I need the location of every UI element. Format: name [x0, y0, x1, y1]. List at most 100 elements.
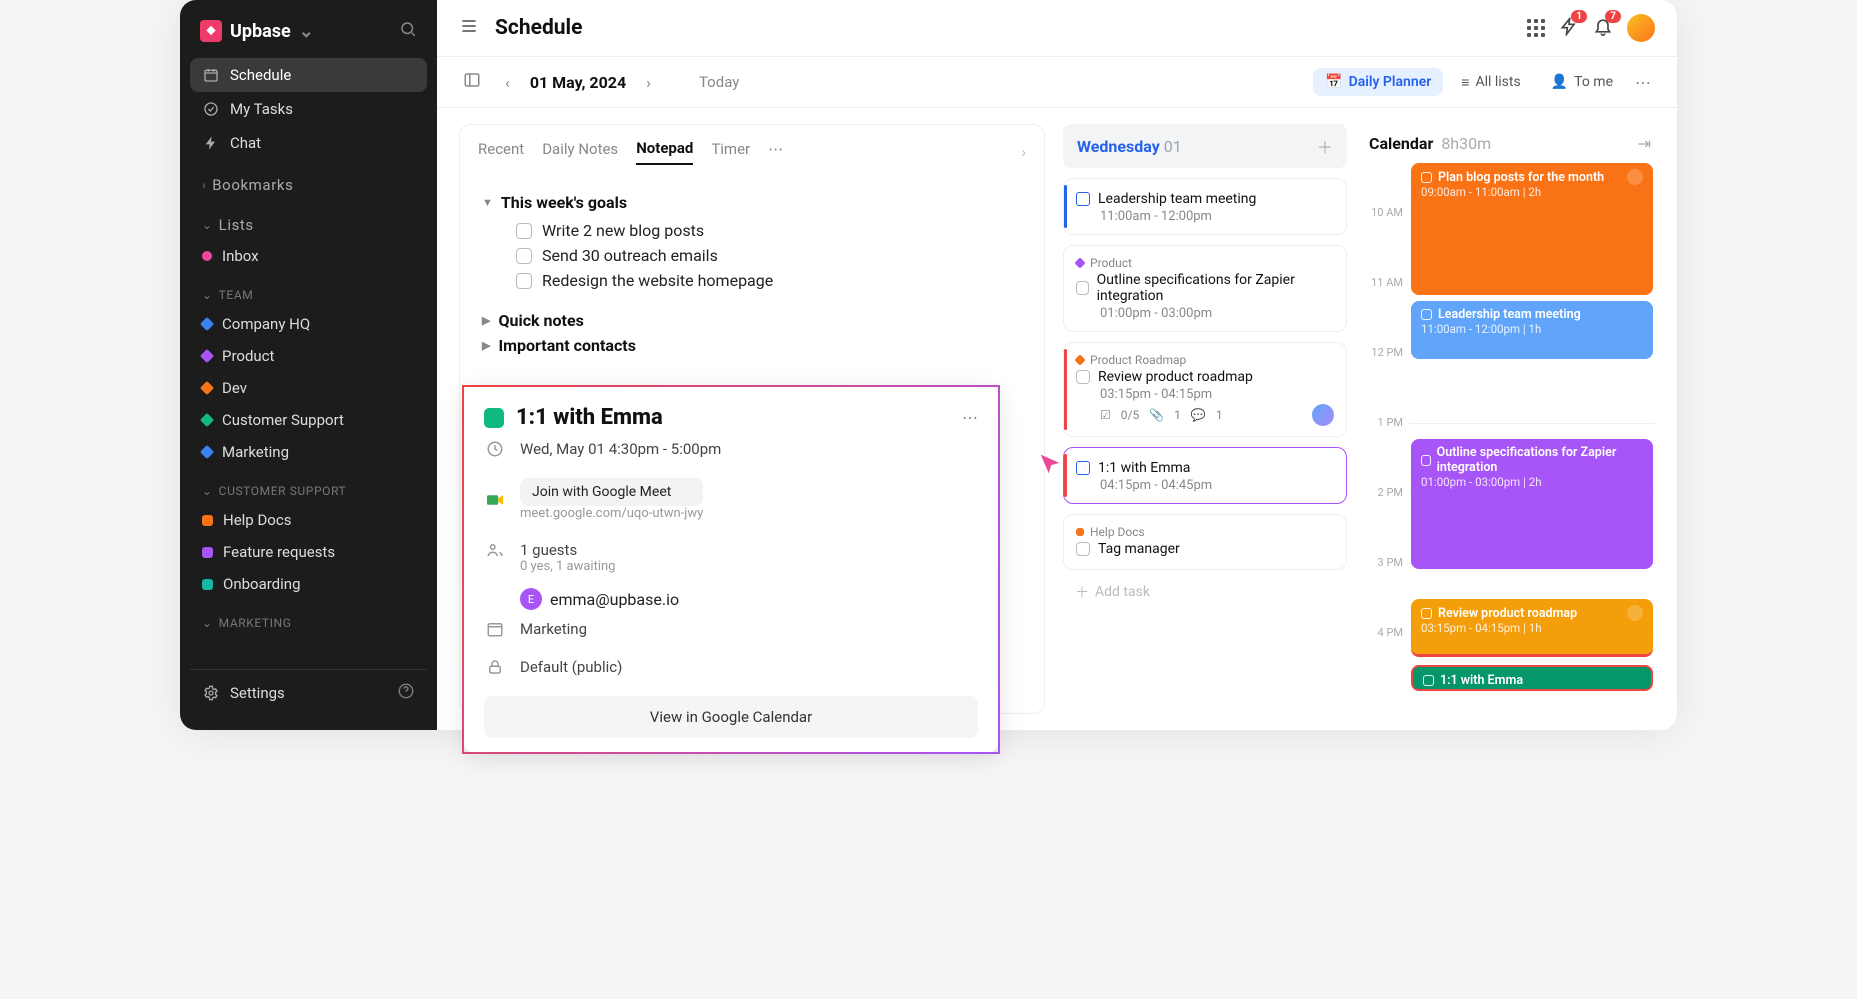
user-avatar[interactable]	[1627, 14, 1655, 42]
view-in-gcal-button[interactable]: View in Google Calendar	[484, 696, 978, 738]
task-card[interactable]: Product Outline specifications for Zapie…	[1063, 245, 1347, 332]
calendar-event[interactable]: Review product roadmap03:15pm - 04:15pm …	[1411, 599, 1653, 657]
nav-chat[interactable]: Chat	[190, 126, 427, 160]
help-icon[interactable]	[397, 682, 415, 704]
timeline[interactable]: 10 AM11 AM12 PM1 PM2 PM3 PM4 PM Plan blo…	[1365, 163, 1655, 703]
calendar-event[interactable]: 1:1 with Emma	[1411, 665, 1653, 691]
hour-label: 11 AM	[1365, 276, 1403, 289]
more-icon[interactable]: ⋯	[768, 140, 783, 164]
assignee-avatar	[1627, 169, 1643, 185]
checkbox[interactable]	[516, 248, 532, 264]
calendar-icon: 📅	[1325, 74, 1342, 90]
section-customer-support[interactable]: ⌄ CUSTOMER SUPPORT	[190, 468, 427, 504]
calendar-duration: 8h30m	[1441, 134, 1491, 153]
comment-icon: 💬	[1191, 408, 1206, 422]
list-cs-item[interactable]: Help Docs	[190, 504, 427, 536]
task-card[interactable]: Product Roadmap Review product roadmap 0…	[1063, 342, 1347, 437]
section-bookmarks[interactable]: › Bookmarks	[190, 160, 427, 200]
checkbox[interactable]	[1421, 309, 1432, 320]
triangle-down-icon[interactable]: ▼	[482, 196, 493, 209]
list-team-item[interactable]: Product	[190, 340, 427, 372]
subbar: ‹ 01 May, 2024 › Today 📅 Daily Planner ≡…	[437, 57, 1677, 108]
checkbox[interactable]	[516, 223, 532, 239]
section-team[interactable]: ⌄ TEAM	[190, 272, 427, 308]
gear-icon	[202, 684, 220, 702]
apps-icon[interactable]	[1527, 19, 1545, 37]
hour-label: 3 PM	[1365, 556, 1403, 569]
list-team-item[interactable]: Dev	[190, 372, 427, 404]
checkbox[interactable]	[1421, 172, 1432, 183]
triangle-right-icon[interactable]: ▶	[482, 339, 490, 352]
section-lists[interactable]: ⌄ Lists	[190, 200, 427, 240]
task-card[interactable]: Help Docs Tag manager	[1063, 514, 1347, 570]
collapse-icon[interactable]: ⇥	[1638, 134, 1651, 153]
prev-day-icon[interactable]: ‹	[501, 69, 514, 96]
section-marketing[interactable]: ⌄ MARKETING	[190, 600, 427, 636]
tab-notepad[interactable]: Notepad	[636, 139, 693, 165]
bell-icon[interactable]: 7	[1593, 16, 1613, 40]
all-lists-button[interactable]: ≡ All lists	[1449, 68, 1532, 97]
list-icon: ≡	[1461, 74, 1469, 91]
brand-name: Upbase	[230, 21, 291, 42]
diamond-icon	[1074, 257, 1085, 268]
menu-icon[interactable]	[459, 16, 479, 40]
topbar: Schedule 1 7	[437, 0, 1677, 57]
nav-settings[interactable]: Settings	[202, 680, 285, 706]
chevron-right-icon: ›	[202, 178, 206, 192]
meet-url: meet.google.com/uqo-utwn-jwy	[520, 506, 703, 521]
calendar-event[interactable]: Leadership team meeting11:00am - 12:00pm…	[1411, 301, 1653, 359]
diamond-icon	[200, 445, 214, 459]
guest-email: emma@upbase.io	[550, 590, 679, 609]
task-card-selected[interactable]: 1:1 with Emma 04:15pm - 04:45pm	[1063, 447, 1347, 504]
hour-label: 4 PM	[1365, 626, 1403, 639]
search-icon[interactable]	[399, 20, 417, 42]
nav-label: My Tasks	[230, 100, 293, 118]
diamond-icon	[200, 317, 214, 331]
list-cs-item[interactable]: Feature requests	[190, 536, 427, 568]
notifications-icon[interactable]: 1	[1559, 16, 1579, 40]
more-icon[interactable]: ⋯	[1631, 69, 1655, 96]
calendar-icon	[1076, 192, 1090, 206]
list-team-item[interactable]: Company HQ	[190, 308, 427, 340]
join-meet-button[interactable]: Join with Google Meet	[520, 478, 703, 506]
calendar-event[interactable]: Outline specifications for Zapier integr…	[1411, 439, 1653, 569]
chevron-right-icon[interactable]: ›	[1021, 143, 1026, 161]
checkbox[interactable]	[1076, 542, 1090, 556]
checkbox[interactable]	[1076, 370, 1090, 384]
daily-planner-button[interactable]: 📅 Daily Planner	[1313, 68, 1443, 96]
drag-cursor-icon	[1036, 450, 1064, 478]
list-team-item[interactable]: Marketing	[190, 436, 427, 468]
more-icon[interactable]: ⋯	[962, 408, 978, 427]
checkbox[interactable]	[516, 273, 532, 289]
checkbox[interactable]	[1076, 281, 1089, 295]
diamond-icon	[200, 381, 214, 395]
diamond-icon	[1074, 354, 1085, 365]
add-task-button[interactable]: ＋ Add task	[1063, 570, 1347, 614]
hour-label: 2 PM	[1365, 486, 1403, 499]
list-inbox[interactable]: Inbox	[190, 240, 427, 272]
nav-my-tasks[interactable]: My Tasks	[190, 92, 427, 126]
checkbox[interactable]	[1421, 455, 1431, 466]
tab-daily-notes[interactable]: Daily Notes	[542, 140, 618, 164]
list-team-item[interactable]: Customer Support	[190, 404, 427, 436]
next-day-icon[interactable]: ›	[642, 69, 655, 96]
calendar-icon	[202, 66, 220, 84]
today-button[interactable]: Today	[699, 73, 739, 91]
to-me-button[interactable]: 👤 To me	[1539, 68, 1625, 96]
calendar-event[interactable]: Plan blog posts for the month09:00am - 1…	[1411, 163, 1653, 295]
checkbox[interactable]	[1421, 608, 1432, 619]
tab-recent[interactable]: Recent	[478, 140, 524, 164]
notification-badge: 7	[1605, 10, 1621, 23]
guests-icon	[484, 541, 506, 559]
nav-schedule[interactable]: Schedule	[190, 58, 427, 92]
task-card[interactable]: Leadership team meeting 11:00am - 12:00p…	[1063, 178, 1347, 235]
checkbox[interactable]	[1423, 675, 1434, 686]
add-icon[interactable]: ＋	[1317, 134, 1333, 158]
tab-timer[interactable]: Timer	[711, 140, 750, 164]
triangle-right-icon[interactable]: ▶	[482, 314, 490, 327]
notepad-body[interactable]: ▼This week's goals Write 2 new blog post…	[460, 177, 1044, 371]
list-cs-item[interactable]: Onboarding	[190, 568, 427, 600]
notes-tabs: Recent Daily Notes Notepad Timer ⋯ ›	[460, 139, 1044, 177]
workspace-switcher[interactable]: Upbase ⌄	[200, 20, 314, 42]
panel-toggle-icon[interactable]	[459, 67, 485, 97]
